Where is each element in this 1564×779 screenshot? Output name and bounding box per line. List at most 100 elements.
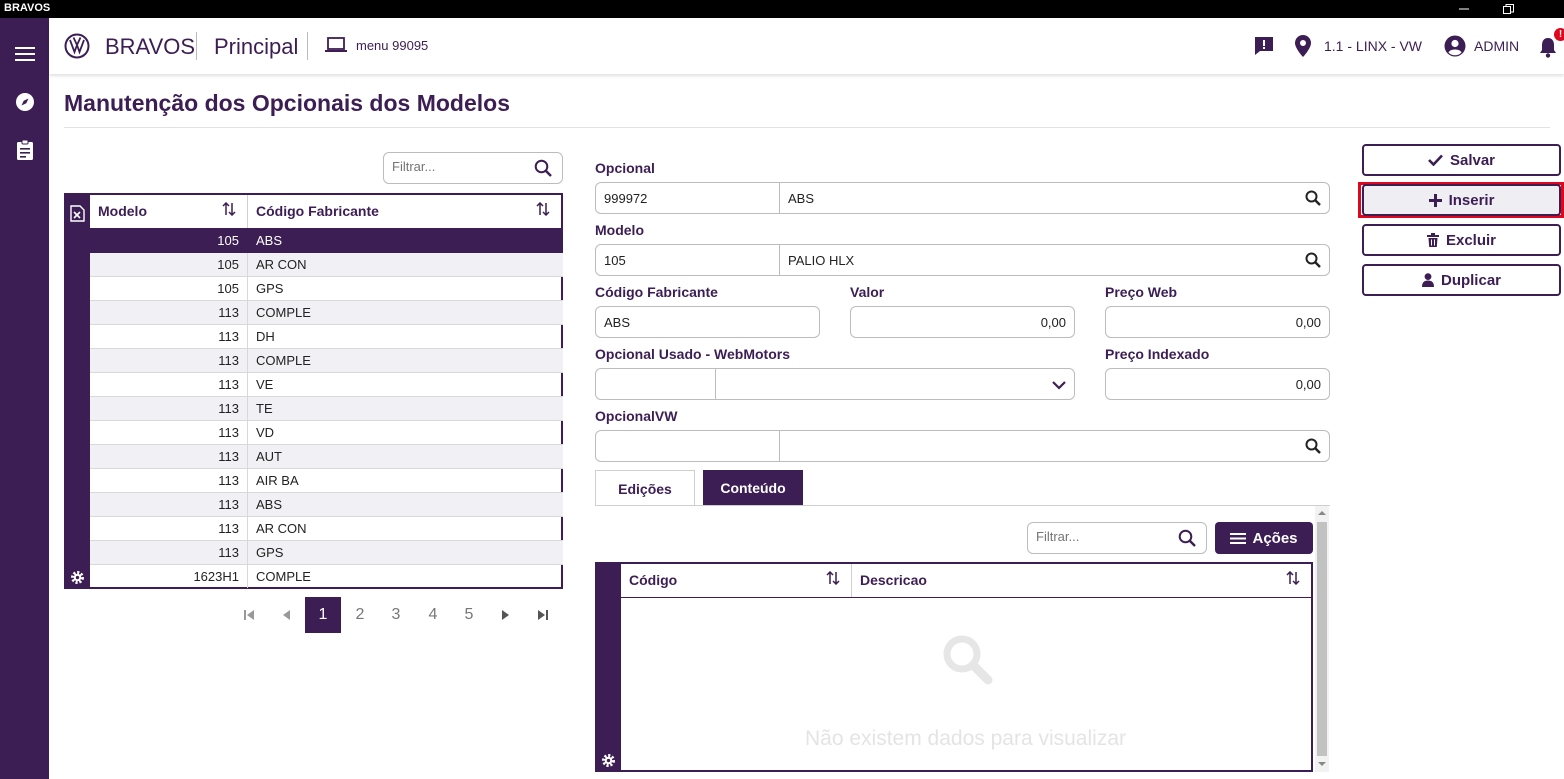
sort-icon[interactable] [826,570,840,590]
search-icon[interactable] [1305,438,1321,457]
vw-logo-icon [64,33,90,64]
grid-settings-gear-icon[interactable] [70,570,85,590]
preco-indexado-field[interactable]: 0,00 [1105,368,1330,400]
table-row[interactable]: 113 AR CON [90,517,563,541]
next-page-icon[interactable] [488,597,524,633]
actions-label: Ações [1252,529,1298,547]
chat-alert-icon[interactable] [1254,36,1274,61]
grid-settings-gear-icon[interactable] [601,753,616,773]
search-icon[interactable] [1305,252,1321,271]
page-3-button[interactable]: 3 [378,597,414,633]
content-scrollbar[interactable] [1315,506,1329,772]
table-row[interactable]: 105 GPS [90,277,563,301]
excel-export-icon[interactable] [70,205,85,227]
opcional-label: Opcional [595,160,655,176]
scrollbar-thumb[interactable] [1317,522,1327,756]
preco-web-field[interactable]: 0,00 [1105,306,1330,338]
column-header-codigo[interactable]: Código [621,564,852,597]
table-row[interactable]: 105 AR CON [90,253,563,277]
location-label[interactable]: 1.1 - LINX - VW [1324,38,1422,54]
save-button[interactable]: Salvar [1362,144,1561,176]
modelo-code-field[interactable]: 105 [596,245,634,275]
search-icon[interactable] [1305,190,1321,209]
header-divider [307,32,308,60]
scroll-up-icon[interactable] [1318,510,1326,516]
user-name[interactable]: ADMIN [1474,38,1519,54]
opcional-lookup[interactable]: 999972 ABS [595,182,1330,214]
tab-conteudo[interactable]: Conteúdo [703,470,803,506]
page-2-button[interactable]: 2 [342,597,378,633]
opcional-vw-desc-field[interactable] [780,431,796,461]
content-filter-box [1027,522,1207,554]
sort-icon[interactable] [1286,570,1300,590]
insert-button[interactable]: Inserir [1362,184,1561,216]
header-divider [196,32,197,60]
hamburger-menu-icon[interactable] [0,32,49,76]
sort-icon[interactable] [222,201,236,221]
left-filter-input[interactable] [392,159,512,174]
first-page-icon[interactable] [231,597,267,633]
content-grid-header: Código Descricao [621,564,1311,598]
table-row[interactable]: 113 DH [90,325,563,349]
user-icon [1421,273,1434,287]
page-1-button[interactable]: 1 [305,597,341,633]
opcional-vw-lookup[interactable] [595,430,1330,462]
delete-label: Excluir [1445,231,1497,249]
table-row[interactable]: 113 AUT [90,445,563,469]
valor-field[interactable]: 0,00 [850,306,1075,338]
tab-divider [595,505,1330,506]
minimize-icon[interactable] [1444,0,1484,18]
opcional-usado-select[interactable] [595,368,1075,400]
delete-button[interactable]: Excluir [1362,224,1561,256]
opcional-usado-code[interactable] [596,369,612,399]
table-row[interactable]: 113 COMPLE [90,349,563,373]
table-row[interactable]: 113 TE [90,397,563,421]
save-label: Salvar [1449,151,1496,169]
opcional-code-field[interactable]: 999972 [596,183,655,213]
table-row[interactable]: 113 GPS [90,541,563,565]
page-4-button[interactable]: 4 [415,597,451,633]
last-page-icon[interactable] [525,597,561,633]
table-row[interactable]: 1623H1 COMPLE [90,565,563,589]
insert-label: Inserir [1448,191,1495,209]
compass-icon[interactable] [0,80,49,124]
brand-name: BRAVOS [105,34,196,59]
content-filter-input[interactable] [1036,529,1156,544]
tab-edicoes[interactable]: Edições [595,470,695,506]
sort-icon[interactable] [536,201,550,221]
opcional-desc-field[interactable]: ABS [780,183,822,213]
chevron-down-icon[interactable] [1052,378,1066,393]
scroll-down-icon[interactable] [1318,761,1326,767]
table-row[interactable]: 113 COMPLE [90,301,563,325]
location-pin-icon[interactable] [1295,35,1311,62]
menu-code: menu 99095 [356,38,429,53]
modelo-lookup[interactable]: 105 PALIO HLX [595,244,1330,276]
user-avatar-icon[interactable] [1444,35,1466,62]
preco-web-value: 0,00 [1295,315,1321,330]
modelo-desc-field[interactable]: PALIO HLX [780,245,862,275]
clipboard-icon[interactable] [0,128,49,172]
opcional-vw-code-field[interactable] [596,431,612,461]
previous-page-icon[interactable] [268,597,304,633]
preco-indexado-label: Preço Indexado [1105,346,1210,362]
search-icon[interactable] [1178,529,1196,552]
table-row[interactable]: 105 ABS [90,229,563,253]
section-title: Principal [214,34,299,59]
column-header-descricao[interactable]: Descricao [852,564,1311,597]
column-header-codigo-fabricante[interactable]: Código Fabricante [248,195,563,228]
valor-value: 0,00 [1040,315,1066,330]
table-row[interactable]: 113 VD [90,421,563,445]
page-5-button[interactable]: 5 [451,597,487,633]
duplicate-button[interactable]: Duplicar [1362,264,1561,296]
table-row[interactable]: 113 ABS [90,493,563,517]
actions-menu-button[interactable]: Ações [1215,522,1313,554]
codigo-fabricante-label: Código Fabricante [595,284,718,300]
search-icon[interactable] [534,159,552,182]
codigo-fabricante-value: ABS [604,315,631,330]
opcional-usado-desc[interactable] [716,369,732,399]
codigo-fabricante-field[interactable]: ABS [595,306,820,338]
restore-icon[interactable] [1488,0,1528,18]
table-row[interactable]: 113 AIR BA [90,469,563,493]
table-row[interactable]: 113 VE [90,373,563,397]
title-divider [64,127,1550,128]
